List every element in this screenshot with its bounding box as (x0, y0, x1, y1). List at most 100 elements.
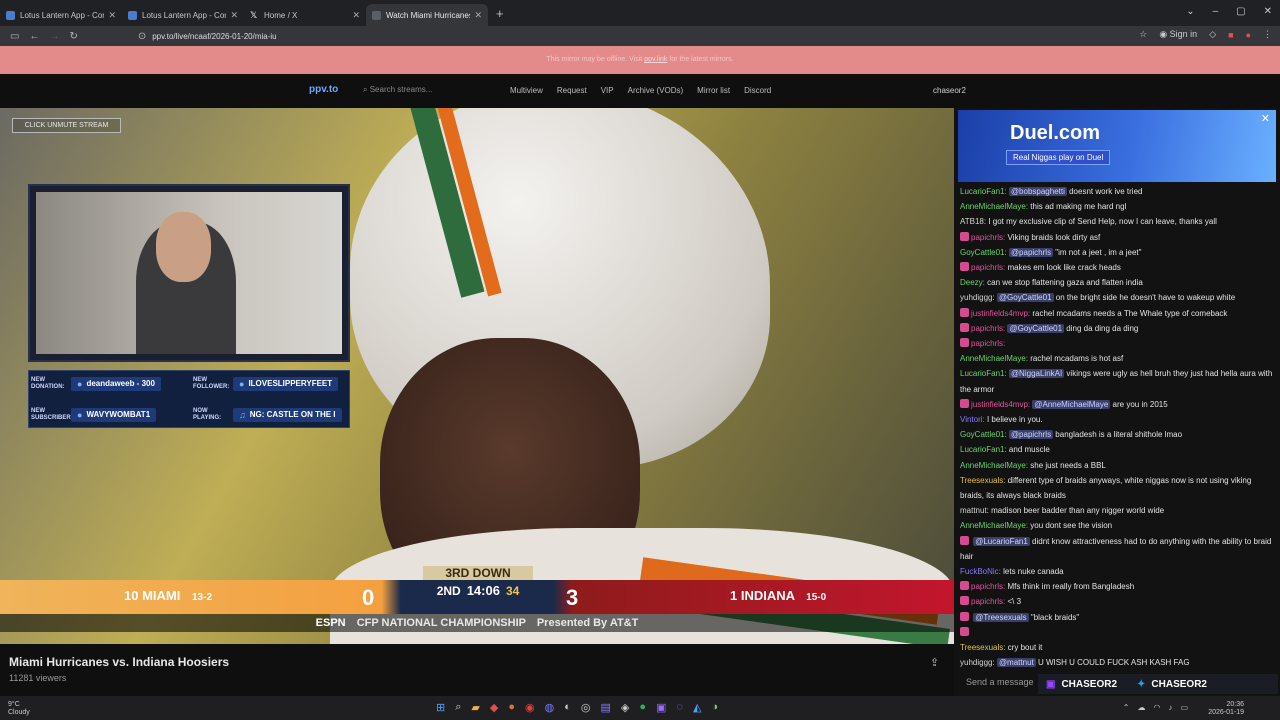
app-icon[interactable]: ◌ (676, 701, 683, 714)
search-input[interactable]: ⌕ Search streams... (363, 85, 432, 95)
chat-username[interactable]: justinfields4mvp: (971, 400, 1030, 409)
close-icon[interactable]: ✕ (1261, 112, 1270, 125)
chat-username[interactable]: yuhdiggg: (960, 658, 995, 667)
chat-mention[interactable]: @GoyCattle01 (996, 293, 1054, 303)
chat-username[interactable]: ATB18: (960, 217, 986, 226)
app-icon[interactable]: ▣ (656, 701, 666, 714)
chat-mention[interactable]: @NiggaLinkAI (1008, 369, 1065, 379)
nav-link-vip[interactable]: VIP (601, 86, 614, 95)
chat-mention[interactable]: @GoyCattle01 (1007, 323, 1065, 333)
nav-link-mirror-list[interactable]: Mirror list (697, 86, 730, 95)
nav-link-multiview[interactable]: Multiview (510, 86, 543, 95)
back-icon[interactable]: ← (29, 31, 39, 42)
chat-username[interactable]: Treesexuals: (960, 643, 1006, 652)
chat-username[interactable]: LucarioFan1: (960, 187, 1007, 196)
battery-icon[interactable]: ▭ (1180, 703, 1188, 712)
close-icon[interactable]: ✕ (230, 10, 238, 21)
nav-link-discord[interactable]: Discord (744, 86, 771, 95)
wifi-icon[interactable]: ◠ (1153, 703, 1160, 712)
app-icon[interactable]: ◉ (525, 701, 535, 714)
chat-username[interactable]: papichrls: (971, 597, 1005, 606)
app-icon[interactable]: ● (508, 701, 515, 714)
app-icon[interactable]: ◭ (693, 701, 701, 714)
browser-tab-active[interactable]: Watch Miami Hurricanes vs. Indi✕ (366, 4, 488, 26)
chat-username[interactable]: Vintori: (960, 415, 985, 424)
extension-icon[interactable]: ■ (1228, 30, 1233, 40)
chat-mention[interactable]: @papichrls (1008, 430, 1054, 440)
system-clock[interactable]: 20:36 2026-01-19 (1208, 701, 1244, 717)
chat-username[interactable]: GoyCattle01: (960, 248, 1007, 257)
signin-label[interactable]: Sign in (1170, 29, 1198, 39)
bookmark-star-icon[interactable]: ☆ (1139, 29, 1147, 40)
app-icon[interactable]: ◑ (711, 701, 718, 714)
maximize-icon[interactable]: ▢ (1236, 6, 1245, 17)
app-icon[interactable]: ◆ (490, 701, 498, 714)
app-icon[interactable]: ◍ (545, 701, 555, 714)
close-icon[interactable]: ✕ (108, 10, 116, 21)
chat-username[interactable]: mattnut: (960, 506, 989, 515)
share-icon[interactable]: ⇪ (930, 656, 939, 669)
chat-username[interactable]: GoyCattle01: (960, 430, 1007, 439)
chat-username[interactable]: Treesexuals: (960, 476, 1006, 485)
sidebar-icon[interactable]: ▭ (10, 31, 19, 42)
app-icon[interactable]: ◈ (621, 701, 629, 714)
chat-mention[interactable]: @mattnut (996, 658, 1036, 668)
app-icon[interactable]: ▤ (600, 701, 610, 714)
chat-username[interactable]: papichrls: (971, 324, 1005, 333)
search-icon[interactable]: ⌕ (455, 701, 461, 714)
forward-icon[interactable]: → (49, 31, 59, 42)
window-close-icon[interactable]: ✕ (1264, 6, 1272, 17)
url-field[interactable]: ppv.to/live/ncaaf/2026-01-20/mia-iu (152, 32, 276, 41)
chat-username[interactable]: Deezy: (960, 278, 985, 287)
unmute-button[interactable]: CLICK UNMUTE STREAM (12, 118, 121, 133)
chat-username[interactable]: AnneMichaelMaye: (960, 521, 1028, 530)
video-player[interactable]: CLICK UNMUTE STREAM NEW DONATION: ● deand… (0, 108, 954, 644)
start-icon[interactable]: ⊞ (436, 701, 445, 714)
cloud-icon[interactable]: ☁ (1137, 703, 1145, 712)
chat-username[interactable]: FuckBoNic: (960, 567, 1001, 576)
chat-mention[interactable]: @bobspaghetti (1008, 187, 1067, 196)
nav-link-archive[interactable]: Archive (VODs) (628, 86, 684, 95)
steam-icon[interactable]: ◐ (564, 701, 571, 714)
chat-username[interactable]: LucarioFan1: (960, 445, 1007, 454)
chat-username[interactable]: yuhdiggg: (960, 293, 995, 302)
chat-username[interactable]: papichrls: (971, 263, 1005, 272)
close-icon[interactable]: ✕ (474, 10, 482, 21)
tab-search-icon[interactable]: ⌄ (1186, 6, 1194, 17)
weather-widget[interactable]: 9°C Cloudy (8, 701, 30, 717)
close-icon[interactable]: ✕ (352, 10, 360, 21)
chat-username[interactable]: AnneMichaelMaye: (960, 354, 1028, 363)
nav-link-request[interactable]: Request (557, 86, 587, 95)
chat-username[interactable]: papichrls: (971, 582, 1005, 591)
browser-tab[interactable]: Lotus Lantern App - Control led✕ (122, 4, 244, 26)
username[interactable]: chaseor2 (933, 86, 966, 95)
new-tab-icon[interactable]: + (496, 6, 504, 21)
mirror-link[interactable]: ppv.link (644, 56, 667, 63)
browser-tab[interactable]: 𝕏 Home / X ✕ (244, 4, 366, 26)
menu-icon[interactable]: ⋮ (1263, 29, 1272, 40)
site-info-icon[interactable]: ⊙ (138, 31, 146, 42)
folder-icon[interactable]: ▰ (471, 701, 479, 714)
chat-username[interactable]: AnneMichaelMaye: (960, 202, 1028, 211)
chat-username[interactable]: LucarioFan1: (960, 369, 1007, 378)
reload-icon[interactable]: ↻ (69, 31, 77, 42)
chat-username[interactable]: papichrls: (971, 233, 1005, 242)
chat-input[interactable]: Send a message (966, 677, 1034, 687)
minimize-icon[interactable]: – (1213, 6, 1219, 17)
chat-username[interactable]: papichrls: (971, 339, 1005, 348)
spotify-icon[interactable]: ● (639, 701, 646, 714)
profile-icon[interactable]: ◉ Sign in (1159, 29, 1197, 40)
site-logo[interactable]: ppv.to (309, 84, 338, 95)
chat-mention[interactable]: @AnneMichaelMaye (1032, 399, 1111, 409)
browser-tab[interactable]: Lotus Lantern App - Control led✕ (0, 4, 122, 26)
chat-mention[interactable]: @Treesexuals (973, 612, 1029, 622)
chat-username[interactable]: AnneMichaelMaye: (960, 461, 1028, 470)
chevron-up-icon[interactable]: ⌃ (1123, 703, 1130, 712)
app-icon[interactable]: ◎ (581, 701, 591, 714)
extension-icon[interactable]: ● (1246, 30, 1251, 40)
ad-banner[interactable]: Duel.com Real Niggas play on Duel ✕ (958, 110, 1276, 182)
chat-mention[interactable]: @papichrls (1008, 247, 1054, 257)
extensions-icon[interactable]: ◇ (1209, 29, 1216, 40)
chat-username[interactable]: justinfields4mvp: (971, 309, 1030, 318)
volume-icon[interactable]: ♪ (1168, 703, 1172, 712)
